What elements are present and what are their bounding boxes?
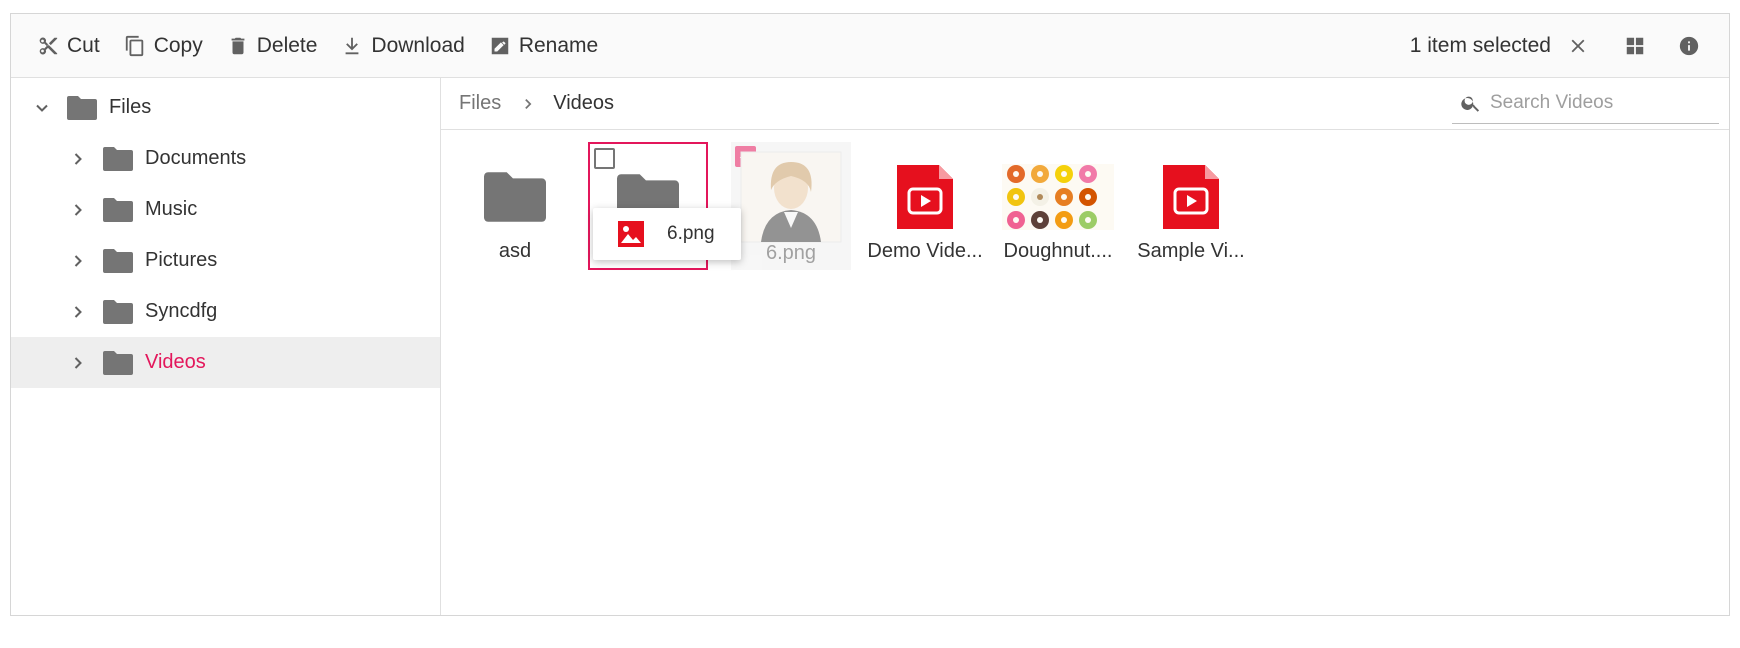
address-bar: Files Videos xyxy=(441,78,1729,130)
content-pane: Files Videos asd xyxy=(441,78,1729,615)
rename-button[interactable]: Rename xyxy=(477,14,610,77)
folder-icon xyxy=(103,146,133,171)
file-tile-doughnut[interactable]: Doughnut.... xyxy=(998,142,1118,270)
tree-item-pictures[interactable]: Pictures xyxy=(11,235,440,286)
drag-preview: 6.png xyxy=(593,208,741,260)
close-icon xyxy=(1571,39,1585,52)
chevron-right-icon xyxy=(521,97,535,111)
folder-icon xyxy=(455,152,575,242)
tree-item-files[interactable]: Files xyxy=(11,82,440,133)
tree-item-syncdfg[interactable]: Syncdfg xyxy=(11,286,440,337)
chevron-down-icon[interactable] xyxy=(31,97,53,119)
copy-icon xyxy=(125,35,143,56)
file-name: Sample Vi... xyxy=(1137,240,1245,262)
info-icon xyxy=(1679,36,1699,55)
file-manager: Cut Copy Delete Download Rename 1 item s… xyxy=(10,13,1730,616)
tree-item-videos[interactable]: Videos xyxy=(11,337,440,388)
folder-icon xyxy=(103,248,133,273)
tree-item-documents[interactable]: Documents xyxy=(11,133,440,184)
folder-icon xyxy=(103,350,133,375)
rename-label: Rename xyxy=(518,33,599,57)
download-icon xyxy=(346,37,359,54)
copy-label: Copy xyxy=(153,33,203,57)
doughnut-image-thumbnail xyxy=(998,152,1118,242)
details-button[interactable] xyxy=(1667,24,1711,68)
file-tile-6-png[interactable]: 6.png xyxy=(731,142,851,270)
toolbar: Cut Copy Delete Download Rename 1 item s… xyxy=(11,14,1729,78)
chevron-right-icon[interactable] xyxy=(67,250,89,272)
clear-selection-button[interactable] xyxy=(1563,24,1593,68)
file-name: asd xyxy=(498,240,532,262)
chevron-right-icon[interactable] xyxy=(67,301,89,323)
file-name: Doughnut.... xyxy=(1003,240,1113,262)
delete-button[interactable]: Delete xyxy=(215,14,330,77)
chevron-right-icon[interactable] xyxy=(67,148,89,170)
chevron-right-icon[interactable] xyxy=(67,352,89,374)
copy-button[interactable]: Copy xyxy=(112,14,215,77)
file-tile-sample-video[interactable]: Sample Vi... xyxy=(1131,142,1251,270)
portrait-image-icon xyxy=(740,151,842,243)
search-input[interactable] xyxy=(1490,91,1710,114)
tree-label: Files xyxy=(109,96,152,118)
delete-label: Delete xyxy=(256,33,318,57)
video-file-icon xyxy=(1131,152,1251,242)
breadcrumb-root[interactable]: Files xyxy=(459,92,501,115)
search-icon xyxy=(1461,96,1480,112)
photo-thumbnail xyxy=(731,151,851,243)
selection-count: 1 item selected xyxy=(1409,33,1551,57)
video-file-icon xyxy=(865,152,985,242)
cut-label: Cut xyxy=(67,33,100,57)
search-box xyxy=(1452,82,1719,124)
tree-item-music[interactable]: Music xyxy=(11,184,440,235)
file-name: 6.png xyxy=(765,242,817,264)
tree-label: Music xyxy=(145,198,198,220)
drag-label: 6.png xyxy=(667,223,715,244)
view-toggle-button[interactable] xyxy=(1613,24,1657,68)
rename-icon xyxy=(491,37,509,54)
folder-icon xyxy=(103,197,133,222)
doughnut-image-icon xyxy=(1002,164,1114,230)
file-tile-demo-video[interactable]: Demo Vide... xyxy=(865,142,985,270)
trash-icon xyxy=(231,37,245,54)
chevron-right-icon[interactable] xyxy=(67,199,89,221)
cut-button[interactable]: Cut xyxy=(25,14,112,77)
tree-label: Syncdfg xyxy=(145,300,218,322)
file-grid: asd 6.png Demo Vide... Doughnut.... Samp… xyxy=(441,130,1729,615)
folder-icon xyxy=(103,299,133,324)
file-tile-asd[interactable]: asd xyxy=(455,142,575,270)
folder-icon xyxy=(67,95,97,120)
scissors-icon xyxy=(39,36,58,55)
download-label: Download xyxy=(371,33,465,57)
tree-label: Documents xyxy=(145,147,247,169)
grid-view-icon xyxy=(1626,37,1644,54)
image-file-icon xyxy=(618,221,644,247)
breadcrumb-current: Videos xyxy=(553,92,615,114)
tree-label: Pictures xyxy=(145,249,218,271)
navigation-pane: Files Documents Music Pictures Syncdfg V… xyxy=(11,78,441,615)
file-name: Demo Vide... xyxy=(867,240,983,262)
tree-label: Videos xyxy=(145,351,206,373)
download-button[interactable]: Download xyxy=(329,14,476,77)
